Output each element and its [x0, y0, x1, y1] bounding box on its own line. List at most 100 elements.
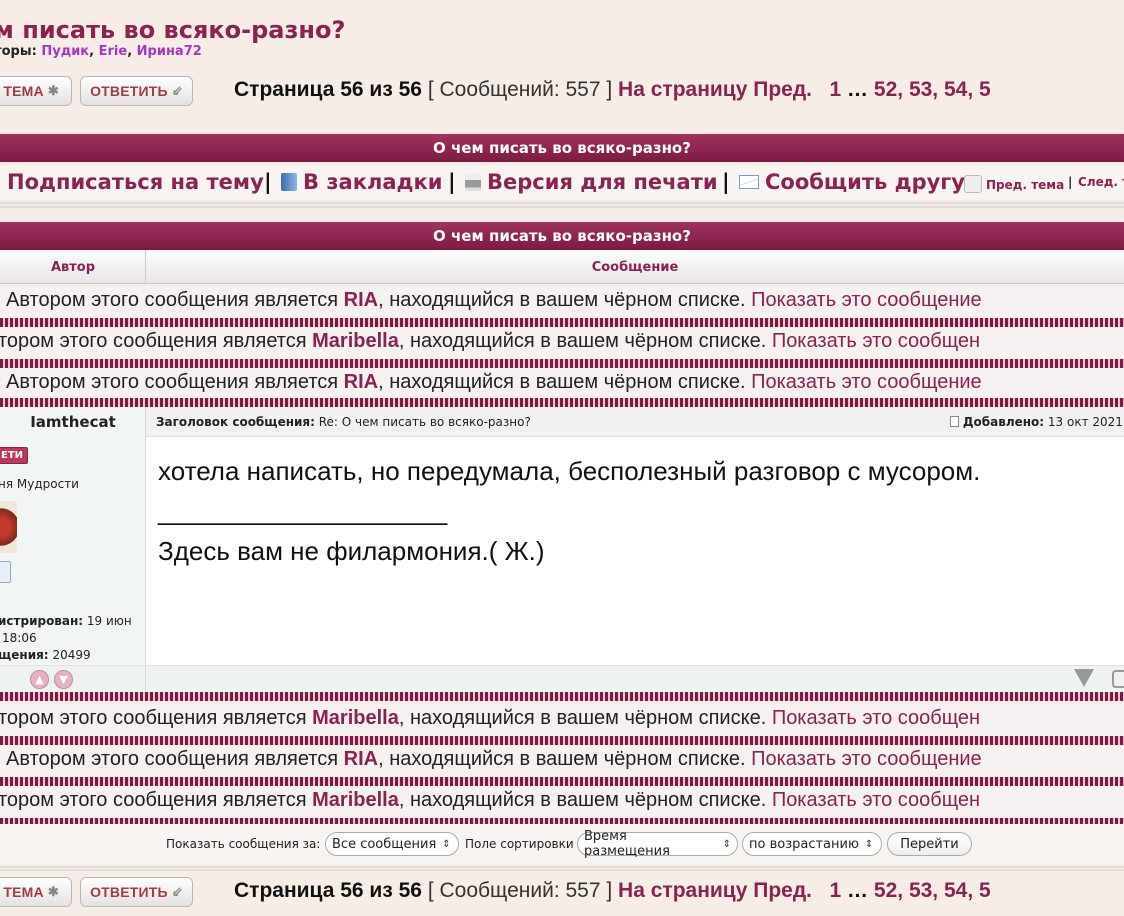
moderator-link-pudik[interactable]: Пудик: [41, 44, 89, 59]
moderator-link-erie[interactable]: Erie: [99, 44, 128, 59]
blocked-post-row: Автором этого сообщения является RIA, на…: [0, 368, 1124, 400]
goto-page-label: На страницу: [618, 78, 748, 101]
blocked-user-link[interactable]: RIA: [344, 289, 378, 311]
reply-button-bottom[interactable]: ОТВЕТИТЬ ⇙: [80, 877, 193, 907]
blocked-user-link[interactable]: RIA: [344, 371, 378, 393]
signature: Здесь вам не филармония.( Ж.): [158, 536, 545, 566]
blocked-message: тором этого сообщения является Maribella…: [0, 707, 981, 729]
post-author-panel: Iamthecat ЕТИ ня Мудрости истрирован: 19…: [0, 407, 146, 692]
post-date: Добавлено: 13 окт 2021: [950, 415, 1123, 429]
blocked-post-row: Автором этого сообщения является RIA, на…: [0, 286, 1124, 318]
show-post-link[interactable]: Показать это сообщен: [772, 330, 980, 352]
vote-down-icon[interactable]: ▼: [54, 670, 73, 689]
registered-time: 18:06: [2, 631, 37, 645]
blocked-message: Автором этого сообщения является RIA, на…: [6, 748, 982, 770]
pagination-top: Страница 56 из 56 [ Сообщений: 557 ] На …: [234, 78, 991, 102]
show-post-link[interactable]: Показать это сообщение: [751, 371, 982, 393]
posts-header-text: О чем писать во всяко-разно?: [433, 227, 691, 245]
quote-icon[interactable]: [1112, 670, 1124, 688]
new-topic-button-bottom[interactable]: Я ТЕМА✱: [0, 877, 72, 907]
go-button[interactable]: Перейти: [887, 832, 972, 856]
show-posts-label: Показать сообщения за:: [166, 837, 321, 851]
show-post-link[interactable]: Показать это сообщен: [772, 789, 980, 811]
separator: |: [448, 170, 456, 194]
blocked-user-link[interactable]: RIA: [344, 748, 378, 770]
print-label: Версия для печати: [487, 170, 718, 194]
new-topic-button[interactable]: Я ТЕМА✱: [0, 76, 72, 106]
row-separator: [0, 398, 1124, 407]
message-column-header: Сообщение: [591, 260, 679, 275]
reply-label: ОТВЕТИТЬ: [90, 83, 168, 99]
page-link-53[interactable]: 53,: [909, 879, 938, 902]
blocked-user-link[interactable]: Maribella: [312, 707, 399, 729]
blocked-user-link[interactable]: Maribella: [312, 330, 399, 352]
page-label: Страница 56 из 56: [234, 78, 422, 101]
show-posts-select[interactable]: Все сообщения ⇕: [325, 832, 459, 856]
posts-count: [ Сообщений: 557 ]: [427, 78, 613, 101]
sort-filter-bar: Показать сообщения за: Все сообщения ⇕ По…: [0, 824, 1124, 864]
show-post-link[interactable]: Показать это сообщен: [772, 707, 980, 729]
show-post-link[interactable]: Показать это сообщение: [751, 289, 982, 311]
row-separator: [0, 318, 1124, 327]
blocked-user-link[interactable]: Maribella: [312, 789, 399, 811]
pagination-bottom: Страница 56 из 56 [ Сообщений: 557 ] На …: [234, 879, 991, 903]
prev-topic-icon: [964, 175, 982, 193]
sort-order-select[interactable]: по возрастанию ⇕: [742, 832, 882, 856]
sort-field-select[interactable]: Время размещения ⇕: [577, 829, 738, 859]
prev-topic-label: Пред. тема: [986, 178, 1065, 192]
post-header: Заголовок сообщения: Re: О чем писать во…: [146, 407, 1124, 437]
reply-arrow-icon: ⇙: [171, 884, 183, 899]
bookmark-link[interactable]: В закладки: [281, 170, 442, 194]
signature-divider: ____________________: [158, 496, 448, 526]
post-count-info: щения: 20499: [0, 648, 91, 662]
page-link-1[interactable]: 1: [830, 78, 842, 101]
print-link[interactable]: Версия для печати: [465, 170, 718, 194]
next-topic-link[interactable]: След. т: [1078, 175, 1124, 189]
author-column-header: Автор: [50, 260, 96, 275]
topic-title: ем писать во всяко-разно?: [0, 16, 346, 44]
blocked-message: тором этого сообщения является Maribella…: [0, 789, 981, 811]
star-icon: ✱: [47, 83, 59, 98]
prev-topic-link[interactable]: Пред. тема: [964, 175, 1064, 193]
topic-header-text: О чем писать во всяко-разно?: [433, 139, 691, 157]
post-author-name[interactable]: Iamthecat: [0, 413, 146, 431]
page-link-1[interactable]: 1: [830, 879, 842, 902]
bookmark-icon: [281, 173, 297, 191]
profile-icon[interactable]: [0, 561, 11, 583]
topic-actions-row: Подписаться на тему | В закладки | Верси…: [0, 166, 1124, 200]
sort-field-label: Поле сортировки: [465, 837, 574, 851]
page-link-55[interactable]: 5: [979, 78, 991, 101]
blocked-post-row: Автором этого сообщения является RIA, на…: [0, 745, 1124, 777]
post-text: хотела написать, но передумала, бесполез…: [158, 456, 981, 486]
reply-label: ОТВЕТИТЬ: [90, 884, 168, 900]
reply-arrow-icon: ⇙: [171, 83, 183, 98]
blocked-post-row: тором этого сообщения является Maribella…: [0, 786, 1124, 818]
page-link-54[interactable]: 54,: [944, 879, 973, 902]
reply-button[interactable]: ОТВЕТИТЬ ⇙: [80, 76, 193, 106]
post-footer: ▲ ▼: [0, 665, 1124, 693]
page-link-54[interactable]: 54,: [944, 78, 973, 101]
post-link-icon[interactable]: [950, 416, 959, 427]
email-friend-link[interactable]: Сообщить другу: [739, 170, 965, 194]
moderator-link-irina72[interactable]: Ирина72: [137, 44, 202, 59]
new-topic-label: Я ТЕМА: [0, 83, 44, 99]
registered-info: истрирован: 19 июн: [0, 614, 132, 628]
divider: [0, 202, 1124, 208]
show-post-link[interactable]: Показать это сообщение: [751, 748, 982, 770]
new-topic-label: Я ТЕМА: [0, 884, 44, 900]
page-link-53[interactable]: 53,: [909, 78, 938, 101]
prev-page-link[interactable]: Пред.: [753, 879, 812, 902]
post-body: хотела написать, но передумала, бесполез…: [158, 451, 980, 571]
prev-page-link[interactable]: Пред.: [753, 78, 812, 101]
page-link-55[interactable]: 5: [979, 879, 991, 902]
moderators-line: раторы: Пудик, Erie, Ирина72: [0, 44, 202, 59]
page-link-52[interactable]: 52,: [874, 879, 903, 902]
divider: [0, 866, 1124, 871]
subscribe-link[interactable]: Подписаться на тему: [7, 170, 264, 194]
user-rank: ня Мудрости: [0, 477, 79, 491]
vote-up-icon[interactable]: ▲: [30, 670, 49, 689]
report-icon[interactable]: [1074, 669, 1094, 687]
blocked-message: Автором этого сообщения является RIA, на…: [6, 371, 982, 393]
page-link-52[interactable]: 52,: [874, 78, 903, 101]
row-separator: [0, 692, 1124, 701]
